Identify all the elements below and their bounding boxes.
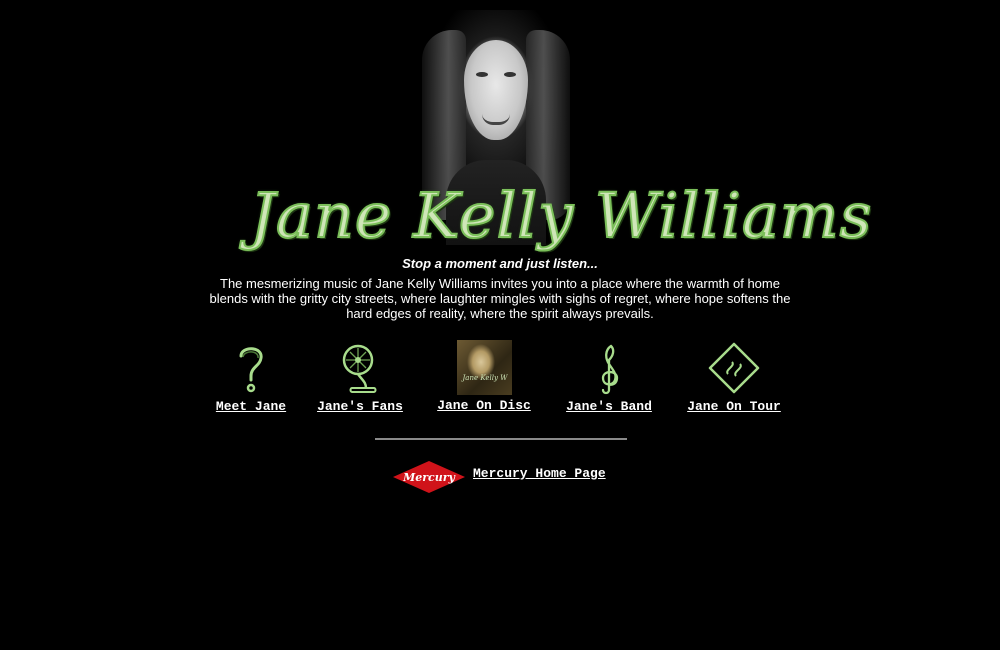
tagline: Stop a moment and just listen... <box>402 256 598 271</box>
nav-link-jane-on-disc[interactable]: Jane On Disc <box>434 398 534 413</box>
mercury-home-page-link[interactable]: Mercury Home Page <box>473 466 606 481</box>
artist-name-logo: Jane Kelly Williams <box>249 178 873 253</box>
page: Jane Kelly Williams Stop a moment and ju… <box>0 0 1000 650</box>
horizontal-divider <box>375 438 627 440</box>
portrait-face <box>464 40 528 140</box>
nav-item-jane-on-disc[interactable]: Jane Kelly W Jane On Disc <box>434 340 534 413</box>
treble-clef-icon[interactable] <box>581 340 637 396</box>
nav-item-meet-jane[interactable]: Meet Jane <box>212 340 290 414</box>
question-mark-icon[interactable] <box>223 340 279 396</box>
nav-link-jane-on-tour[interactable]: Jane On Tour <box>684 399 784 414</box>
nav-item-janes-fans[interactable]: Jane's Fans <box>313 340 407 414</box>
nav-link-meet-jane[interactable]: Meet Jane <box>212 399 290 414</box>
mercury-logo[interactable]: Mercury <box>392 460 466 494</box>
cd-cover-lettering: Jane Kelly W <box>462 374 508 382</box>
nav-item-janes-band[interactable]: Jane's Band <box>562 340 656 414</box>
nav-item-jane-on-tour[interactable]: Jane On Tour <box>684 340 784 414</box>
nav-link-janes-band[interactable]: Jane's Band <box>562 399 656 414</box>
road-sign-icon[interactable] <box>706 340 762 396</box>
intro-paragraph: The mesmerizing music of Jane Kelly Will… <box>209 276 791 321</box>
nav-link-janes-fans[interactable]: Jane's Fans <box>313 399 407 414</box>
cd-cover-thumbnail[interactable]: Jane Kelly W <box>456 340 512 395</box>
svg-text:Mercury: Mercury <box>402 471 456 484</box>
portrait-eye-left <box>476 72 488 77</box>
portrait-eye-right <box>504 72 516 77</box>
fan-icon[interactable] <box>332 340 388 396</box>
